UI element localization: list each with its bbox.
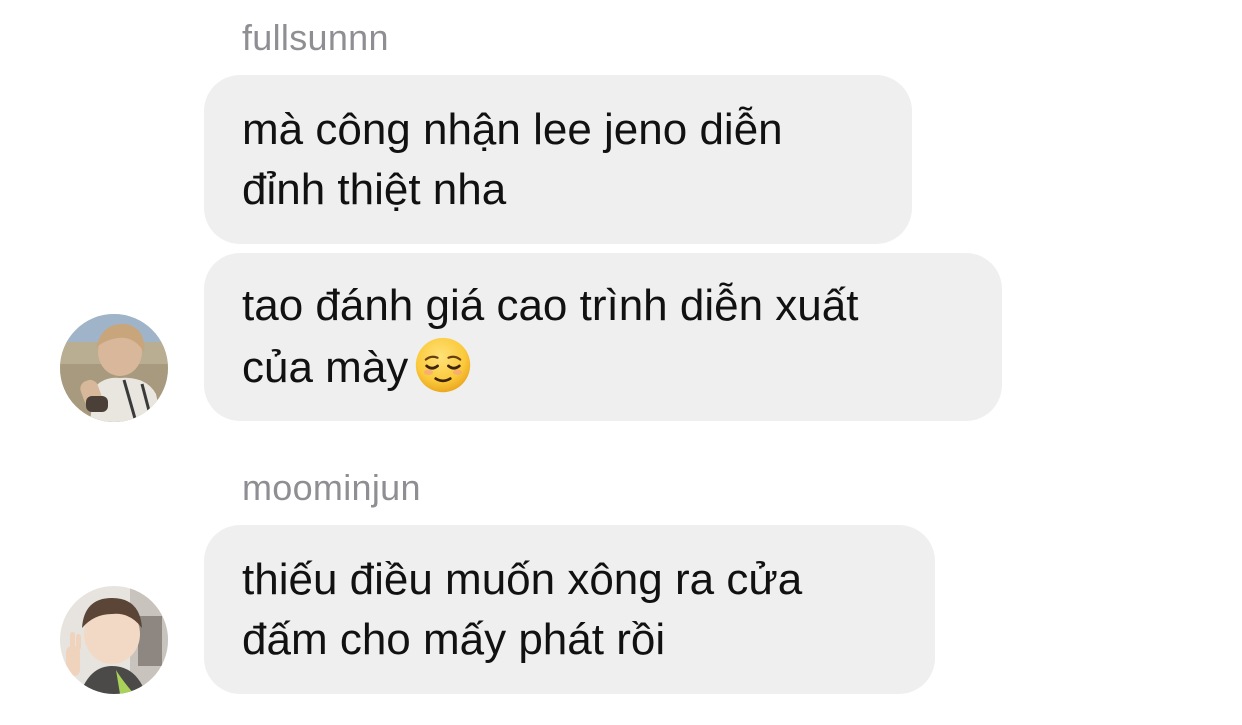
- avatar-photo-icon: [60, 314, 168, 422]
- avatar-photo-icon: [60, 586, 168, 694]
- message-text-content: tao đánh giá cao trình diễn xuất của mày: [242, 281, 859, 392]
- sender-name-moominjun[interactable]: moominjun: [242, 468, 421, 508]
- message-bubble[interactable]: mà công nhận lee jeno diễn đỉnh thiệt nh…: [204, 75, 912, 244]
- sender-name-fullsunnn[interactable]: fullsunnn: [242, 18, 389, 58]
- avatar-fullsunnn[interactable]: [60, 314, 168, 422]
- message-bubble[interactable]: tao đánh giá cao trình diễn xuất của mày: [204, 253, 1002, 421]
- avatar-moominjun[interactable]: [60, 586, 168, 694]
- message-bubble[interactable]: thiếu điều muốn xông ra cửa đấm cho mấy …: [204, 525, 935, 694]
- message-text: thiếu điều muốn xông ra cửa đấm cho mấy …: [242, 554, 803, 664]
- relieved-face-emoji: [416, 337, 471, 393]
- message-text: tao đánh giá cao trình diễn xuất của mày: [242, 276, 858, 398]
- message-text: mà công nhận lee jeno diễn đỉnh thiệt nh…: [242, 104, 783, 214]
